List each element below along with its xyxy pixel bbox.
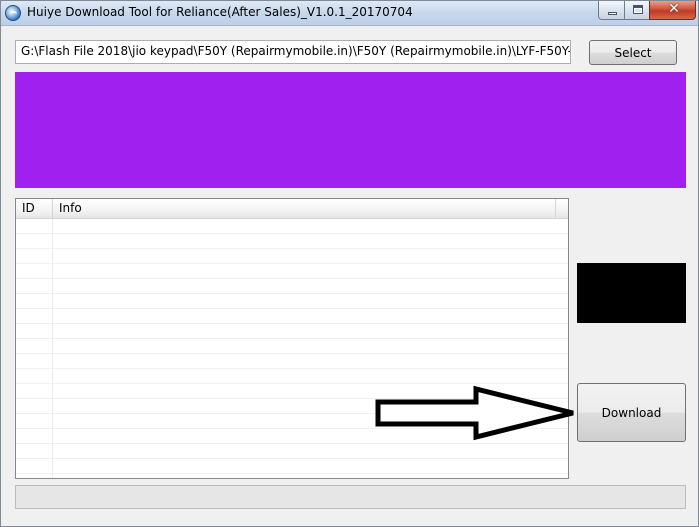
minimize-icon (608, 12, 617, 15)
minimize-button[interactable] (598, 1, 625, 20)
table-header: ID Info (16, 199, 568, 219)
arrow-right-icon (375, 385, 574, 441)
progress-bar (15, 485, 686, 509)
status-indicator (577, 263, 686, 323)
maximize-icon (633, 5, 643, 14)
maximize-button[interactable] (624, 1, 650, 20)
column-header-id[interactable]: ID (16, 199, 53, 218)
app-logo-icon[interactable] (5, 5, 21, 21)
select-button[interactable]: Select (589, 40, 677, 65)
column-divider (52, 219, 53, 478)
title-bar[interactable]: Huiye Download Tool for Reliance(After S… (1, 1, 698, 26)
firmware-path-field[interactable]: G:\Flash File 2018\jio keypad\F50Y (Repa… (15, 40, 571, 64)
app-window: Huiye Download Tool for Reliance(After S… (0, 0, 699, 527)
column-header-filler (556, 199, 568, 218)
close-button[interactable]: ✕ (649, 1, 696, 20)
close-icon: ✕ (668, 1, 680, 17)
column-header-info[interactable]: Info (53, 199, 556, 218)
window-title: Huiye Download Tool for Reliance(After S… (27, 5, 413, 19)
download-button[interactable]: Download (577, 383, 686, 442)
status-banner (15, 72, 686, 188)
